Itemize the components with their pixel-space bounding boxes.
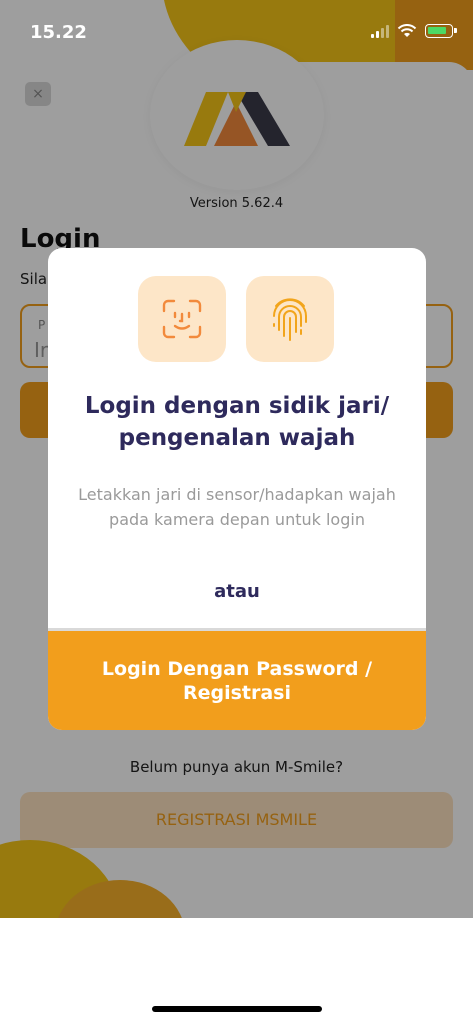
modal-description: Letakkan jari di sensor/hadapkan wajah p… (78, 485, 396, 529)
fingerprint-button[interactable] (246, 276, 334, 362)
battery-icon (425, 24, 457, 38)
fingerprint-icon (273, 298, 307, 341)
home-indicator[interactable] (152, 1006, 322, 1012)
face-id-icon (162, 299, 202, 339)
wifi-icon (397, 24, 417, 37)
or-separator: atau (214, 581, 260, 602)
modal-title: Login dengan sidik jari/ pengenalan waja… (84, 393, 390, 451)
status-time: 15.22 (30, 22, 87, 43)
biometric-login-modal: Login dengan sidik jari/ pengenalan waja… (48, 248, 426, 730)
face-id-button[interactable] (138, 276, 226, 362)
login-password-button[interactable]: Login Dengan Password / Registrasi (48, 631, 426, 730)
status-icons (371, 24, 457, 38)
cellular-signal-icon (371, 24, 389, 38)
